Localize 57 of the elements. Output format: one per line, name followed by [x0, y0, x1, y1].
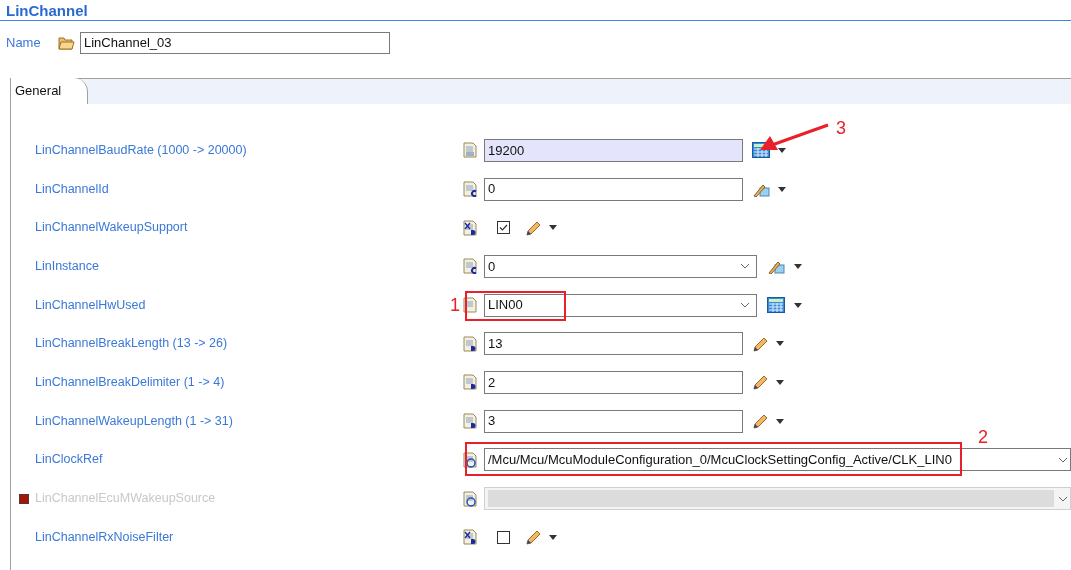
dropdown-caret-icon[interactable]: [794, 263, 802, 269]
field-label: LinChannelHwUsed: [35, 296, 146, 314]
dropdown-caret-icon[interactable]: [778, 147, 786, 153]
text-field[interactable]: 13: [484, 332, 743, 356]
document-icon: [462, 529, 478, 546]
document-icon: [462, 258, 478, 275]
field-label: LinChannelBaudRate (1000 -> 20000): [35, 141, 247, 159]
text-field[interactable]: 0: [484, 177, 743, 201]
dropdown-field[interactable]: 0: [484, 254, 757, 278]
field-label: LinChannelBreakDelimiter (1 -> 4): [35, 374, 225, 392]
dropdown-caret-icon[interactable]: [549, 225, 557, 231]
reference-dropdown[interactable]: /Mcu/Mcu/McuModuleConfiguration_0/McuClockSettingConfig_Active/CLK_LIN0: [484, 448, 1071, 472]
text-field[interactable]: 3: [484, 409, 743, 433]
checkmark-icon: [499, 224, 508, 232]
field-label: LinChannelRxNoiseFilter: [35, 528, 174, 546]
pencil-icon[interactable]: [752, 335, 768, 352]
document-icon: [462, 219, 478, 236]
dropdown-field[interactable]: LIN00: [484, 293, 757, 317]
text-field[interactable]: 2: [484, 370, 743, 394]
field-label: LinChannelId: [35, 180, 109, 198]
tab[interactable]: General: [11, 78, 89, 104]
dropdown-caret-icon[interactable]: [776, 418, 784, 424]
dropdown-caret-icon[interactable]: [794, 302, 802, 308]
annotation-number: 1: [450, 294, 460, 317]
field-label: LinChannelBreakLength (13 -> 26): [35, 335, 228, 353]
document-icon: [462, 413, 478, 430]
annotation-number: 3: [836, 117, 846, 140]
pencil-icon[interactable]: [525, 219, 541, 236]
checkbox[interactable]: [497, 530, 510, 544]
chevron-down-icon[interactable]: [1058, 456, 1068, 463]
annotation-arrow: [758, 123, 830, 153]
checkbox[interactable]: [497, 221, 510, 235]
folder-icon: [58, 35, 75, 50]
document-icon: [462, 181, 478, 198]
pencil-icon[interactable]: [525, 529, 541, 546]
document-icon: [462, 335, 478, 352]
text-field[interactable]: 19200: [484, 138, 743, 162]
dropdown-caret-icon[interactable]: [776, 379, 784, 385]
name-input[interactable]: LinChannel_03: [80, 31, 390, 54]
chevron-down-icon[interactable]: [740, 263, 750, 270]
dropdown-caret-icon[interactable]: [549, 534, 557, 540]
document-icon: [462, 490, 478, 507]
chevron-down-icon[interactable]: [740, 302, 750, 309]
dropdown-caret-icon[interactable]: [778, 186, 786, 192]
calculator-icon[interactable]: [767, 297, 785, 314]
document-icon: [462, 142, 478, 159]
field-label: LinInstance: [35, 258, 99, 276]
pencil-icon[interactable]: [752, 413, 768, 430]
field-label: LinChannelWakeupSupport: [35, 219, 188, 237]
field-label: LinClockRef: [35, 451, 103, 469]
annotation-number: 2: [978, 426, 988, 449]
field-label: LinChannelWakeupLength (1 -> 31): [35, 412, 233, 430]
dropdown-caret-icon[interactable]: [776, 341, 784, 347]
name-label: Name: [6, 33, 42, 52]
pencil-icon[interactable]: [752, 374, 768, 391]
document-icon: [462, 374, 478, 391]
page-title: LinChannel: [6, 2, 88, 20]
